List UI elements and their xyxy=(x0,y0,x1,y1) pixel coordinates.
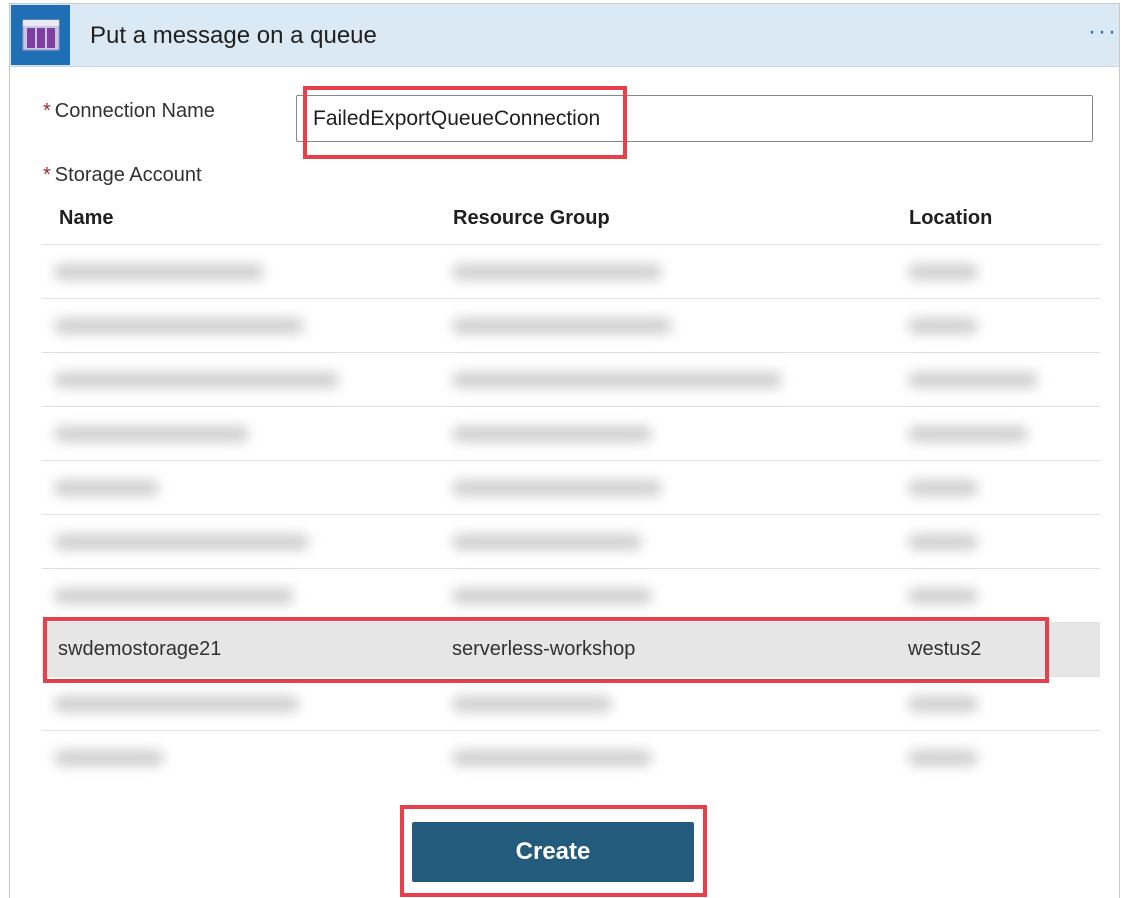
connection-name-input[interactable] xyxy=(296,95,1093,142)
storage-account-name: swdemostorage21 xyxy=(58,638,222,660)
card-title: Put a message on a queue xyxy=(90,22,377,49)
storage-queue-icon xyxy=(11,5,70,65)
table-row-redacted[interactable] xyxy=(42,569,1100,623)
table-row-redacted[interactable] xyxy=(42,245,1100,299)
storage-account-label: * Storage Account xyxy=(43,164,202,187)
column-header-name[interactable]: Name xyxy=(59,207,113,230)
required-asterisk: * xyxy=(43,164,51,186)
column-header-resource-group[interactable]: Resource Group xyxy=(453,207,610,230)
table-row-redacted[interactable] xyxy=(42,461,1100,515)
create-button[interactable]: Create xyxy=(412,822,694,882)
table-row-redacted[interactable] xyxy=(42,515,1100,569)
storage-account-resource-group: serverless-workshop xyxy=(452,638,636,660)
connection-name-label-text: Connection Name xyxy=(54,100,215,122)
table-row-redacted[interactable] xyxy=(42,299,1100,353)
table-row-redacted[interactable] xyxy=(42,731,1100,785)
table-row-selected[interactable]: swdemostorage21 serverless-workshop west… xyxy=(42,623,1100,677)
table-row-redacted[interactable] xyxy=(42,353,1100,407)
required-asterisk: * xyxy=(43,100,51,122)
connection-name-label: * Connection Name xyxy=(43,100,215,123)
more-options-icon[interactable]: ··· xyxy=(1088,18,1118,46)
column-header-location[interactable]: Location xyxy=(909,207,992,230)
card-header[interactable]: Put a message on a queue ··· xyxy=(10,4,1119,67)
table-row-redacted[interactable] xyxy=(42,677,1100,731)
storage-account-location: westus2 xyxy=(908,638,982,660)
storage-account-label-text: Storage Account xyxy=(54,164,202,186)
table-row-redacted[interactable] xyxy=(42,407,1100,461)
